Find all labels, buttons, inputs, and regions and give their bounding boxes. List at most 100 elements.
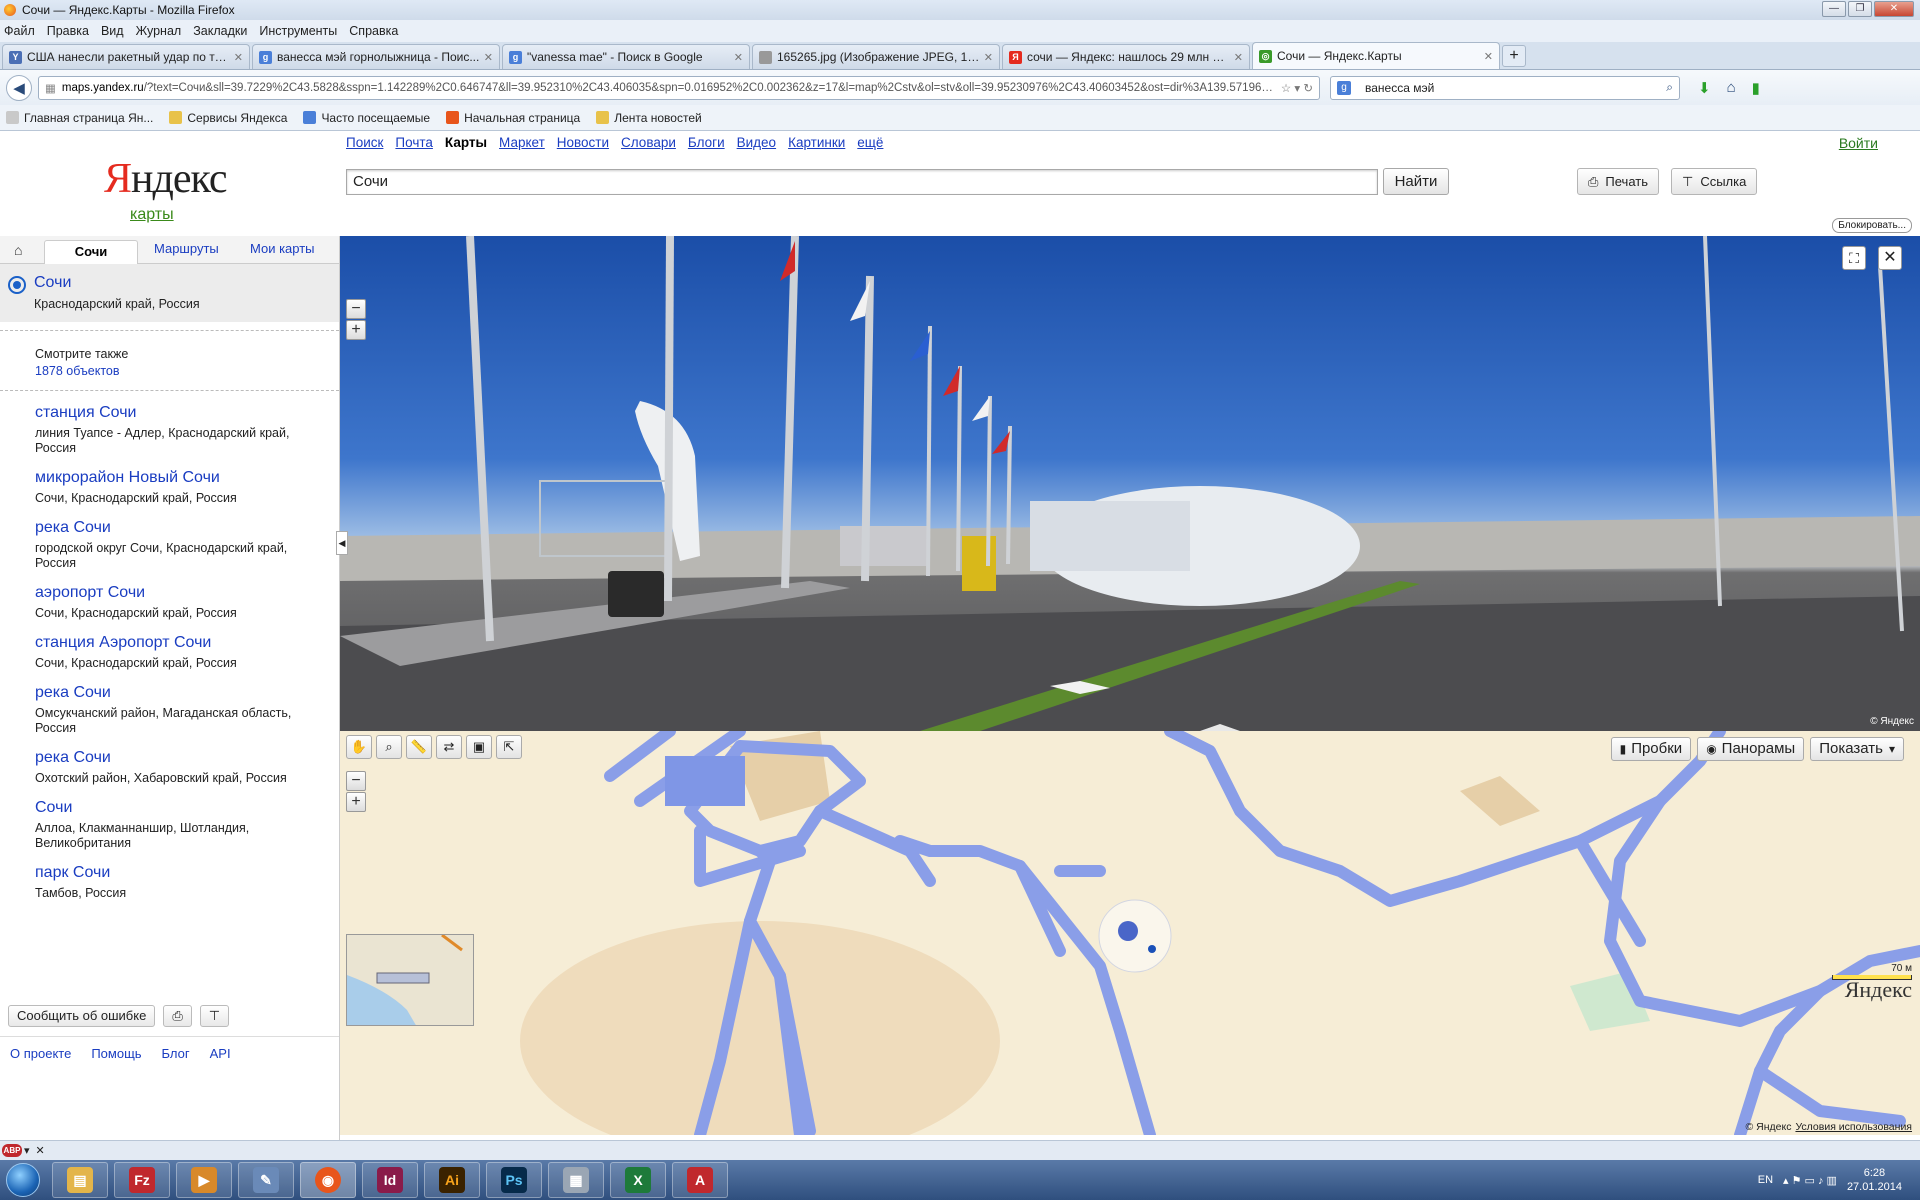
service-link[interactable]: Новости (557, 135, 609, 150)
result-item[interactable]: аэропорт Сочи Сочи, Краснодарский край, Р… (0, 584, 339, 621)
menu-item[interactable]: Вид (101, 24, 124, 38)
collapse-sidebar-button[interactable]: ◀ (336, 531, 348, 555)
login-link[interactable]: Войти (1839, 135, 1878, 151)
close-icon[interactable]: ✕ (36, 1144, 45, 1157)
close-panorama-button[interactable]: ✕ (1878, 246, 1902, 270)
terms-link[interactable]: Условия использования (1795, 1121, 1912, 1133)
report-error-button[interactable]: Сообщить об ошибке (8, 1005, 156, 1027)
result-item[interactable]: станция Сочи линия Туапсе - Адлер, Красно… (0, 404, 339, 456)
show-dropdown[interactable]: Показать ▾ (1810, 737, 1904, 761)
taskbar-acrobat[interactable]: A (672, 1162, 728, 1198)
tab-close-icon[interactable]: ✕ (234, 51, 243, 64)
tab-close-icon[interactable]: ✕ (484, 51, 493, 64)
bookmark-item[interactable]: Часто посещаемые (303, 111, 430, 125)
layers-icon[interactable]: ▣ (466, 735, 492, 759)
taskbar-filezilla[interactable]: Fz (114, 1162, 170, 1198)
service-link[interactable]: Словари (621, 135, 676, 150)
taskbar-media-player[interactable]: ▶ (176, 1162, 232, 1198)
maximize-button[interactable]: ❐ (1848, 1, 1872, 17)
route-icon[interactable]: ⇄ (436, 735, 462, 759)
bookmark-item[interactable]: Главная страница Ян... (6, 111, 153, 125)
chevron-down-icon[interactable]: ▾ (24, 1144, 30, 1157)
footer-link[interactable]: Помощь (91, 1046, 141, 1061)
adblock-icon[interactable]: ABP (2, 1144, 22, 1157)
tray-icons[interactable]: ▴ ⚑ ▭ ♪ ▥ (1783, 1174, 1837, 1187)
selected-result[interactable]: Сочи Краснодарский край, Россия (0, 264, 339, 322)
menu-item[interactable]: Журнал (136, 24, 182, 38)
magnifier-icon[interactable]: ⌕ (376, 735, 402, 759)
result-title[interactable]: аэропорт Сочи (35, 584, 329, 602)
result-item[interactable]: река Сочи Омсукчанский район, Магаданская… (0, 684, 339, 736)
browser-tab[interactable]: Y США нанесли ракетный удар по тер... ✕ (2, 44, 250, 69)
print-button[interactable]: ⎙ Печать (1577, 168, 1659, 195)
browser-tab[interactable]: ◎ Сочи — Яндекс.Карты ✕ (1252, 42, 1500, 69)
result-item[interactable]: микрорайон Новый Сочи Сочи, Краснодарский… (0, 469, 339, 506)
minimize-button[interactable]: — (1822, 1, 1846, 17)
service-link[interactable]: Почта (395, 135, 433, 150)
clock[interactable]: 6:28 27.01.2014 (1847, 1166, 1902, 1194)
map-zoom-in-button[interactable]: + (346, 792, 366, 812)
footer-link[interactable]: Блог (162, 1046, 190, 1061)
menu-item[interactable]: Закладки (193, 24, 247, 38)
overview-minimap[interactable] (346, 934, 474, 1026)
map-view[interactable]: ✋ ⌕ 📏 ⇄ ▣ ⇱ − + ▮ Пробки ◉ Панорамы Показа… (340, 731, 1920, 1135)
browser-tab[interactable]: g "vanessa mae" - Поиск в Google ✕ (502, 44, 750, 69)
url-actions[interactable]: ☆ ▾ ↻ (1273, 81, 1313, 95)
service-link[interactable]: Картинки (788, 135, 845, 150)
menu-item[interactable]: Правка (47, 24, 89, 38)
map-zoom-out-button[interactable]: − (346, 771, 366, 791)
service-link[interactable]: Поиск (346, 135, 383, 150)
taskbar-illustrator[interactable]: Ai (424, 1162, 480, 1198)
find-button[interactable]: Найти (1383, 168, 1449, 195)
panoramas-button[interactable]: ◉ Панорамы (1697, 737, 1805, 761)
map-search-input[interactable]: Сочи (346, 169, 1378, 195)
footer-link[interactable]: О проекте (10, 1046, 71, 1061)
web-search-input[interactable]: g ванесса мэй ⌕ (1330, 75, 1680, 100)
new-tab-button[interactable]: + (1502, 45, 1526, 67)
home-icon[interactable]: ⌂ (1727, 79, 1736, 97)
close-window-button[interactable]: ✕ (1874, 1, 1914, 17)
browser-tab[interactable]: g ванесса мэй горнолыжница - Поис... ✕ (252, 44, 500, 69)
service-link[interactable]: Маркет (499, 135, 545, 150)
tab-close-icon[interactable]: ✕ (984, 51, 993, 64)
tab-routes[interactable]: Маршруты (154, 241, 219, 256)
zoom-in-button[interactable]: + (346, 320, 366, 340)
bookmark-item[interactable]: Лента новостей (596, 111, 702, 125)
ruler-icon[interactable]: 📏 (406, 735, 432, 759)
hand-icon[interactable]: ✋ (346, 735, 372, 759)
site-identity-icon[interactable]: ▦ (45, 81, 56, 95)
start-button[interactable] (0, 1160, 46, 1200)
tab-my-maps[interactable]: Мои карты (250, 241, 315, 256)
result-item[interactable]: парк Сочи Тамбов, Россия (0, 864, 339, 901)
service-link[interactable]: Блоги (688, 135, 725, 150)
home-icon[interactable]: ⌂ (14, 242, 22, 258)
print-icon[interactable]: ⎙ (163, 1005, 192, 1027)
pointer-icon[interactable]: ⇱ (496, 735, 522, 759)
taskbar-photoshop[interactable]: Ps (486, 1162, 542, 1198)
result-title[interactable]: река Сочи (35, 749, 329, 767)
result-title[interactable]: река Сочи (35, 519, 329, 537)
result-title[interactable]: парк Сочи (35, 864, 329, 882)
result-item[interactable]: станция Аэропорт Сочи Сочи, Краснодарский… (0, 634, 339, 671)
taskbar-firefox[interactable]: ◉ (300, 1162, 356, 1198)
tab-close-icon[interactable]: ✕ (734, 51, 743, 64)
tab-search-results[interactable]: Сочи (44, 240, 138, 264)
see-also-count-link[interactable]: 1878 объектов (35, 364, 339, 378)
footer-link[interactable]: API (210, 1046, 231, 1061)
tab-close-icon[interactable]: ✕ (1234, 51, 1243, 64)
result-title[interactable]: река Сочи (35, 684, 329, 702)
link-button[interactable]: ⊤ Ссылка (1671, 168, 1758, 195)
block-button[interactable]: Блокировать... (1832, 218, 1912, 233)
menu-item[interactable]: Инструменты (259, 24, 337, 38)
taskbar-tool[interactable]: ✎ (238, 1162, 294, 1198)
taskbar-calculator[interactable]: ▦ (548, 1162, 604, 1198)
yandex-logo[interactable]: Яндекс (104, 155, 228, 203)
result-item[interactable]: река Сочи городской округ Сочи, Краснодар… (0, 519, 339, 571)
menu-item[interactable]: Справка (349, 24, 398, 38)
zoom-out-button[interactable]: − (346, 299, 366, 319)
fullscreen-icon[interactable]: ⛶ (1842, 246, 1866, 270)
back-button[interactable]: ◀ (6, 74, 32, 101)
downloads-icon[interactable]: ⬇ (1698, 79, 1711, 97)
address-bar[interactable]: ▦ maps.yandex.ru/?text=Сочи&sll=39.7229%… (38, 75, 1320, 100)
result-title[interactable]: станция Сочи (35, 404, 329, 422)
